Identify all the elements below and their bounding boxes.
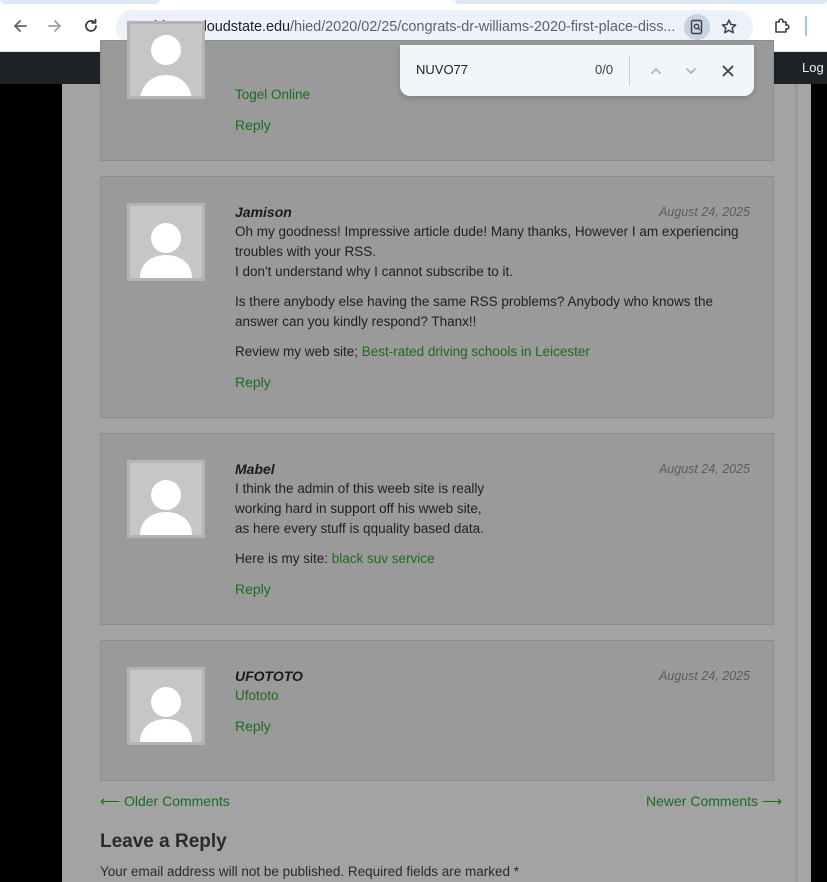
address-bar[interactable]: blog.stcloudstate.edu/hied/2020/02/25/co… — [116, 10, 753, 44]
content-border — [795, 84, 811, 882]
close-icon[interactable] — [716, 59, 740, 83]
comment-date[interactable]: August 24, 2025 — [659, 202, 750, 222]
toolbar-divider — [805, 16, 807, 36]
avatar — [127, 203, 205, 281]
forward-arrow-icon[interactable] — [41, 12, 69, 40]
url-path: /hied/2020/02/25/congrats-dr-williams-20… — [290, 19, 674, 35]
comment-text: Oh my goodness! Impressive article dude!… — [235, 222, 750, 282]
find-in-page-icon[interactable] — [684, 14, 710, 40]
comment-body: Jamison August 24, 2025 Oh my goodness! … — [235, 202, 750, 392]
leave-reply-heading: Leave a Reply — [100, 831, 227, 852]
comment-link[interactable]: Ufototo — [235, 688, 279, 703]
comment-author-link[interactable]: Togel Online — [235, 87, 310, 102]
chevron-up-icon[interactable] — [644, 59, 668, 83]
reload-icon[interactable] — [77, 12, 105, 40]
avatar — [127, 667, 205, 745]
comment-link[interactable]: black suv service — [332, 551, 435, 566]
find-match-count: 0/0 — [595, 62, 614, 77]
comment-date[interactable]: August 24, 2025 — [659, 459, 750, 479]
comment-line: as here every stuff is qquality based da… — [235, 521, 484, 536]
comment-date[interactable]: August 24, 2025 — [659, 666, 750, 686]
reply-link[interactable]: Reply — [235, 716, 750, 736]
find-divider — [629, 56, 630, 86]
bookmark-star-icon[interactable] — [716, 14, 742, 40]
tab-strip-edge — [455, 0, 827, 4]
comment-notes: Your email address will not be published… — [100, 864, 519, 879]
url-text[interactable]: blog.stcloudstate.edu/hied/2020/02/25/co… — [154, 19, 674, 35]
login-link[interactable]: Log — [802, 60, 824, 75]
find-bar: NUVO77 0/0 — [400, 45, 754, 96]
comment-text-prefix: Review my web site; — [235, 344, 362, 359]
newer-comments-link[interactable]: Newer Comments ⟶ — [646, 793, 782, 810]
comment-line: I don't understand why I cannot subscrib… — [235, 264, 513, 279]
avatar — [127, 21, 205, 99]
comment-item: Mabel August 24, 2025 I think the admin … — [100, 433, 774, 625]
extensions-puzzle-icon[interactable] — [768, 12, 796, 40]
comment-link[interactable]: Best-rated driving schools in Leicester — [362, 344, 590, 359]
comment-item: Jamison August 24, 2025 Oh my goodness! … — [100, 176, 774, 418]
comment-text-prefix: Here is my site: — [235, 551, 332, 566]
reply-link[interactable]: Reply — [235, 115, 750, 135]
chevron-down-icon[interactable] — [679, 59, 703, 83]
comment-text: Review my web site; Best-rated driving s… — [235, 342, 750, 362]
reply-link[interactable]: Reply — [235, 372, 750, 392]
comment-line: Oh my goodness! Impressive article dude!… — [235, 224, 739, 259]
comment-body: UFOTOTO August 24, 2025 Ufototo Reply — [235, 666, 750, 736]
comment-body: Mabel August 24, 2025 I think the admin … — [235, 459, 750, 599]
avatar — [127, 460, 205, 538]
comment-text: Here is my site: black suv service — [235, 549, 750, 569]
tab-strip-edge — [0, 0, 160, 4]
find-input[interactable]: NUVO77 — [416, 62, 468, 77]
comment-text: I think the admin of this weeb site is r… — [235, 479, 750, 539]
comment-text: Is there anybody else having the same RS… — [235, 294, 714, 329]
older-comments-link[interactable]: ⟵ Older Comments — [100, 793, 230, 810]
comment-line: working hard in support off his wweb sit… — [235, 501, 482, 516]
comment-item: UFOTOTO August 24, 2025 Ufototo Reply — [100, 640, 774, 781]
comment-text: Ufototo — [235, 686, 750, 706]
reply-link[interactable]: Reply — [235, 579, 750, 599]
back-arrow-icon[interactable] — [6, 12, 34, 40]
comment-line: I think the admin of this weeb site is r… — [235, 481, 485, 496]
